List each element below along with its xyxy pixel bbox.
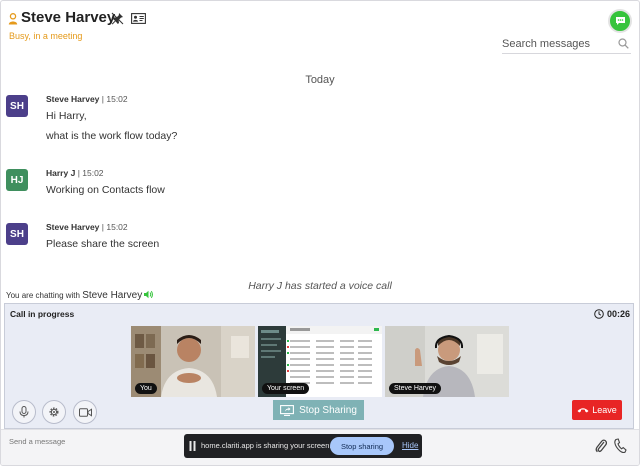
- user-icon: [8, 13, 18, 25]
- chat-bubble-icon: [615, 17, 625, 25]
- chat-header: Steve Harvey Busy, in a meeting: [1, 1, 639, 63]
- speaker-icon: [144, 290, 154, 299]
- chat-status-button[interactable]: [608, 9, 632, 33]
- message-text: what is the work flow today?: [46, 130, 178, 142]
- message-meta: Harry J | 15:02: [46, 168, 104, 178]
- chatting-with: You are chatting with Steve Harvey: [6, 290, 154, 301]
- message-time: 15:02: [106, 94, 128, 104]
- video-tile-screen[interactable]: Your screen: [258, 326, 382, 397]
- tile-label: Your screen: [262, 383, 310, 394]
- message-sender: Steve Harvey: [46, 222, 100, 232]
- tile-label: You: [135, 383, 157, 394]
- leave-label: Leave: [592, 405, 617, 415]
- message-text: Hi Harry,: [46, 110, 87, 122]
- call-timer: 00:26: [607, 309, 631, 319]
- share-notification-text: home.clariti.app is sharing your screen.: [201, 441, 332, 450]
- message-time: 15:02: [82, 168, 104, 178]
- hide-notification-link[interactable]: Hide: [402, 441, 418, 450]
- status-text: Busy, in a meeting: [9, 31, 83, 41]
- mute-button[interactable]: [12, 400, 36, 424]
- day-separator: Today: [305, 74, 335, 86]
- call-title: Call in progress: [10, 309, 75, 319]
- video-tile-you[interactable]: You: [131, 326, 255, 397]
- video-camera-icon: [78, 407, 92, 417]
- chat-window: Steve Harvey Busy, in a meeting Search m…: [0, 0, 640, 466]
- message-sender: Harry J: [46, 168, 76, 178]
- browser-stop-sharing-button[interactable]: Stop sharing: [330, 437, 394, 455]
- clock-icon: [594, 309, 604, 319]
- screen-share-notification: home.clariti.app is sharing your screen.…: [184, 434, 422, 458]
- microphone-icon: [19, 406, 29, 418]
- call-panel: Call in progress 00:26 You Your screen S…: [4, 303, 634, 429]
- message-text: Working on Contacts flow: [46, 184, 165, 196]
- message-sender: Steve Harvey: [46, 94, 100, 104]
- message-time: 15:02: [106, 222, 128, 232]
- stop-sharing-button[interactable]: Stop Sharing: [273, 400, 364, 420]
- contact-name: Steve Harvey: [21, 9, 116, 26]
- contact-card-icon[interactable]: [131, 13, 146, 24]
- search-input[interactable]: [502, 35, 612, 53]
- chatting-with-prefix: You are chatting with: [6, 291, 80, 300]
- settings-button[interactable]: [42, 400, 66, 424]
- gear-icon: [49, 407, 59, 417]
- message-input[interactable]: [9, 434, 159, 448]
- search-box: [502, 35, 631, 54]
- unpin-icon[interactable]: [111, 12, 124, 25]
- search-icon[interactable]: [618, 38, 629, 49]
- tile-label: Steve Harvey: [389, 383, 442, 394]
- avatar: HJ: [6, 169, 28, 191]
- message-text: Please share the screen: [46, 238, 160, 250]
- stop-sharing-label: Stop Sharing: [299, 404, 357, 416]
- video-tile-remote[interactable]: Steve Harvey: [385, 326, 509, 397]
- message-meta: Steve Harvey | 15:02: [46, 94, 128, 104]
- pause-icon: [189, 441, 196, 451]
- screen-share-icon: [280, 404, 295, 416]
- leave-call-button[interactable]: Leave: [572, 400, 622, 420]
- avatar: SH: [6, 95, 28, 117]
- message-meta: Steve Harvey | 15:02: [46, 222, 128, 232]
- paperclip-icon[interactable]: [595, 438, 607, 454]
- phone-icon[interactable]: [613, 438, 627, 454]
- avatar: SH: [6, 223, 28, 245]
- chatting-with-name: Steve Harvey: [82, 290, 143, 301]
- hang-up-icon: [577, 408, 589, 413]
- camera-button[interactable]: [73, 400, 97, 424]
